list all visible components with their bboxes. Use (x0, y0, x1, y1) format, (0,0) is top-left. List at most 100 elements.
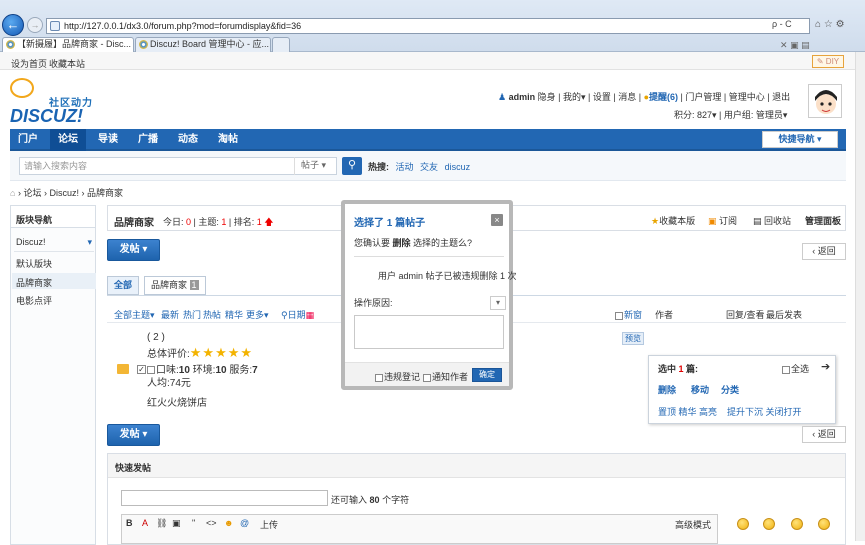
nav-guide[interactable]: 导读 (90, 129, 126, 151)
link-icon[interactable]: ⛓ (156, 518, 167, 529)
avatar[interactable] (808, 84, 842, 118)
ie-toolbar-icons[interactable]: ✕ ▣ ▤ (780, 40, 810, 51)
at-icon[interactable]: @ (240, 518, 249, 528)
mod-delete-link[interactable]: 删除 (658, 383, 676, 396)
star-icon[interactable]: ☆ (824, 19, 833, 30)
gear-icon[interactable]: ⚙ (836, 19, 845, 30)
sort-digest[interactable]: 精华 (225, 308, 243, 321)
mod-move-link[interactable]: 移动 (691, 383, 709, 396)
sort-latest[interactable]: 最新 (161, 308, 179, 321)
advanced-mode-link[interactable]: 高级模式 (675, 518, 711, 531)
home-icon[interactable]: ⌂ (10, 188, 15, 198)
bookmark-link[interactable]: 收藏本站 (49, 57, 85, 70)
set-home-link[interactable]: 设为首页 (11, 57, 47, 70)
back-arrow-icon[interactable]: ← (2, 14, 24, 36)
nav-feed[interactable]: 动态 (170, 129, 206, 151)
home-icon[interactable]: ⌂ (815, 19, 821, 30)
violation-checkbox[interactable] (375, 374, 383, 382)
thread-checkbox[interactable]: ✓ (137, 365, 146, 374)
logout-link[interactable]: 退出 (772, 92, 790, 102)
post-button-bottom[interactable]: 发帖 ▾ (107, 424, 160, 446)
smiley-cry-icon[interactable] (818, 518, 830, 530)
new-tab[interactable] (272, 37, 290, 52)
select-all-toggle[interactable]: 全选 (782, 362, 809, 375)
fav-forum-link[interactable]: ★收藏本版 (651, 214, 695, 227)
breadcrumb-item[interactable]: 论坛 (23, 188, 41, 198)
filter-all[interactable]: 全部 (107, 276, 139, 295)
post-title-input[interactable] (121, 490, 328, 506)
admin-center-link[interactable]: 管理中心 (729, 92, 765, 102)
page-scrollbar[interactable] (855, 52, 865, 541)
mod-row2-links[interactable]: 置顶 精华 高亮 (658, 405, 717, 418)
date-filter[interactable]: ⚲日期▦ (281, 308, 314, 321)
stealth-link[interactable]: 隐身 (538, 92, 556, 102)
confirm-button[interactable]: 确定 (472, 368, 502, 382)
tab-forum[interactable]: 【新摄履】品牌商家 - Disc... × (2, 37, 134, 52)
mine-link[interactable]: 我的 (563, 92, 581, 102)
tools-icon[interactable]: ✕ (780, 40, 788, 50)
diy-button[interactable]: ✎ DIY (812, 55, 844, 68)
manage-panel-link[interactable]: 管理面板 (805, 214, 841, 227)
forward-arrow-icon[interactable]: → (27, 17, 43, 33)
smiley-icon[interactable]: ☻ (224, 518, 233, 528)
sort-hotpost[interactable]: 热帖 (203, 308, 221, 321)
quick-nav-button[interactable]: 快捷导航 ▾ (762, 131, 838, 148)
browser-tools-icons[interactable]: ⌂ ☆ ⚙ (815, 19, 845, 30)
points-link[interactable]: 积分: 827 (674, 110, 712, 120)
font-color-icon[interactable]: A (142, 518, 148, 528)
sort-hot[interactable]: 热门 (183, 308, 201, 321)
sidebar-item-default[interactable]: 默认版块 (16, 257, 52, 270)
search-type-select[interactable]: 帖子 ▾ (294, 157, 337, 175)
tab-admin[interactable]: Discuz! Board 管理中心 - 应... (135, 37, 271, 52)
upload-link[interactable]: 上传 (260, 518, 278, 531)
logo-text[interactable]: DISCUZ! (10, 106, 83, 127)
nav-portal[interactable]: 门户 (10, 129, 46, 151)
smiley-sad-icon[interactable] (763, 518, 775, 530)
hot-item[interactable]: discuz (445, 162, 471, 172)
mod-row2b-links[interactable]: 提升下沉 关闭打开 (727, 405, 802, 418)
nav-collection[interactable]: 淘帖 (210, 129, 246, 151)
notify-toggle[interactable]: 通知作者 (423, 370, 468, 383)
post-editor[interactable]: B A ⛓ ▣ " <> ☻ @ 上传 高级模式 (121, 514, 718, 544)
nav-broadcast[interactable]: 广播 (130, 129, 166, 151)
all-topics-dropdown[interactable]: 全部主题▾ (114, 308, 155, 321)
usergroup-link[interactable]: 用户组: 管理员 (724, 110, 783, 120)
thread-count[interactable]: ( 2 ) (147, 332, 165, 343)
sidebar-item-brand[interactable]: 品牌商家 (16, 276, 52, 289)
select-all-checkbox[interactable] (782, 366, 790, 374)
nav-forum[interactable]: 论坛 (50, 129, 86, 151)
new-window-toggle[interactable]: 新窗 (615, 308, 642, 321)
subscribe-link[interactable]: ▣ 订阅 (708, 214, 737, 227)
arrow-right-icon[interactable]: ➔ (821, 360, 830, 373)
page-tools-icon[interactable]: ▣ (790, 40, 799, 50)
username-link[interactable]: admin (509, 92, 536, 102)
remind-link[interactable]: 提醒(6) (649, 92, 678, 102)
preview-button[interactable]: 预览 (622, 332, 644, 345)
breadcrumb-item[interactable]: Discuz! (49, 188, 79, 198)
sort-more[interactable]: 更多▾ (246, 308, 269, 321)
thread-title-link[interactable]: 红火火烧饼店 (147, 394, 207, 409)
close-icon[interactable]: × (491, 214, 503, 226)
safety-icon[interactable]: ▤ (801, 40, 810, 50)
post-button[interactable]: 发帖 ▾ (107, 239, 160, 261)
smiley-grin-icon[interactable] (737, 518, 749, 530)
back-button-bottom[interactable]: ‹ 返回 (802, 426, 846, 443)
smiley-laugh-icon[interactable] (791, 518, 803, 530)
breadcrumb-item[interactable]: 品牌商家 (87, 188, 123, 198)
mod-classify-link[interactable]: 分类 (721, 383, 739, 396)
portal-admin-link[interactable]: 门户管理 (685, 92, 721, 102)
code-icon[interactable]: <> (206, 518, 217, 528)
notify-checkbox[interactable] (423, 374, 431, 382)
back-button[interactable]: ‹ 返回 (802, 243, 846, 260)
address-bar[interactable]: http://127.0.0.1/dx3.0/forum.php?mod=for… (46, 18, 810, 34)
search-icon[interactable]: ⚲ (342, 157, 362, 175)
reason-textarea[interactable] (354, 315, 504, 349)
settings-link[interactable]: 设置 (593, 92, 611, 102)
reason-dropdown[interactable]: ▾ (490, 296, 506, 310)
hot-item[interactable]: 活动 (396, 162, 414, 172)
quote-icon[interactable]: " (192, 518, 195, 528)
violation-toggle[interactable]: 违规登记 (375, 370, 420, 383)
filter-tag[interactable]: 品牌商家 1 (144, 276, 206, 295)
address-tools[interactable]: ρ - C (772, 19, 792, 29)
hot-item[interactable]: 交友 (420, 162, 438, 172)
